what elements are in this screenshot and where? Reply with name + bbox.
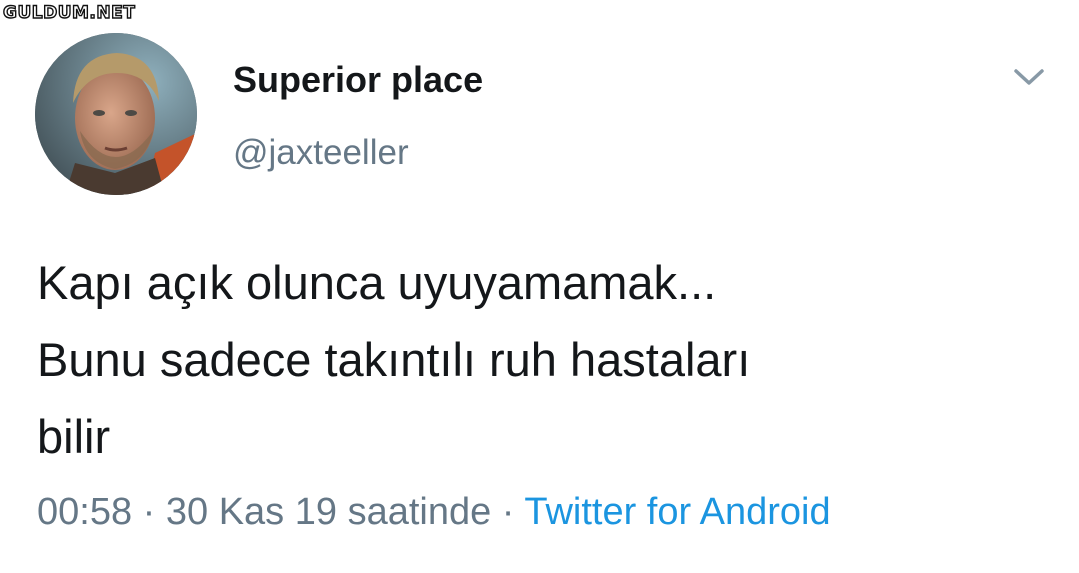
- tweet-text-line: bilir: [37, 410, 111, 463]
- tweet-date[interactable]: 30 Kas 19 saatinde: [166, 491, 491, 533]
- avatar[interactable]: [35, 33, 197, 195]
- author-handle[interactable]: @jaxteeller: [233, 131, 409, 175]
- chevron-down-icon[interactable]: [1010, 62, 1048, 92]
- tweet-text-line: Kapı açık olunca uyuyamamak...: [37, 256, 717, 309]
- meta-separator: ·: [142, 491, 156, 533]
- meta-separator: ·: [501, 491, 515, 533]
- author-display-name[interactable]: Superior place: [233, 58, 483, 102]
- site-watermark: GULDUM.NET: [2, 3, 136, 23]
- tweet-source-link[interactable]: Twitter for Android: [524, 491, 830, 533]
- tweet-time[interactable]: 00:58: [37, 491, 132, 533]
- tweet-meta: 00:58 · 30 Kas 19 saatinde · Twitter for…: [37, 488, 831, 536]
- profile-photo: [35, 33, 197, 195]
- tweet-text-line: Bunu sadece takıntılı ruh hastaları: [37, 333, 751, 386]
- tweet-text: Kapı açık olunca uyuyamamak... Bunu sade…: [37, 244, 1047, 475]
